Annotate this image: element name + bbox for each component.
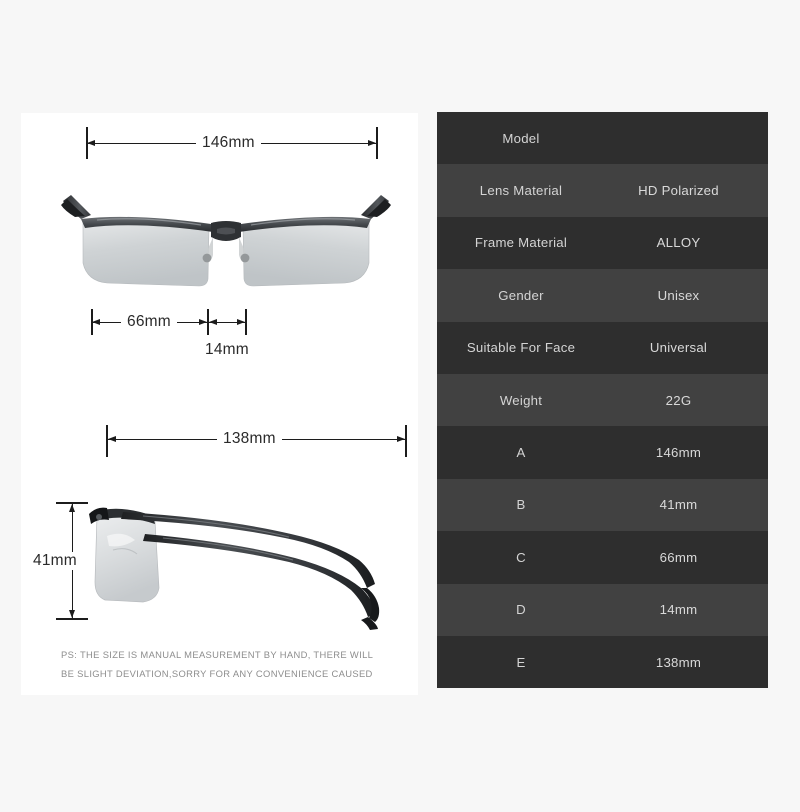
- table-row: Frame Material ALLOY: [437, 216, 768, 270]
- table-row: A 146mm: [437, 426, 768, 479]
- dimension-label-lens-span: 66mm: [121, 313, 177, 331]
- spec-value: 146mm: [655, 445, 702, 461]
- spec-label: Frame Material: [474, 235, 568, 251]
- sunglasses-side-view: [89, 507, 380, 630]
- sunglasses-front-view: [61, 195, 391, 287]
- specification-table: Model Lens Material HD Polarized Frame M…: [437, 112, 768, 688]
- spec-value: 22G: [665, 392, 692, 408]
- dimension-label-bridge: 14mm: [199, 341, 255, 359]
- spec-label: C: [516, 549, 526, 565]
- spec-label: Suitable For Face: [466, 340, 576, 356]
- table-row: Suitable For Face Universal: [437, 321, 768, 374]
- spec-label: A: [516, 445, 526, 461]
- dimension-label-total-width: 146mm: [196, 134, 261, 152]
- table-row: Model: [437, 112, 768, 165]
- spec-value: HD Polarized: [638, 183, 719, 199]
- table-row: Gender Unisex: [437, 269, 768, 322]
- spec-value: 14mm: [659, 602, 698, 618]
- measurement-disclaimer: PS: THE SIZE IS MANUAL MEASUREMENT BY HA…: [61, 645, 406, 683]
- table-row: B 41mm: [437, 478, 768, 532]
- spec-value: Unisex: [657, 287, 700, 303]
- spec-label: Lens Material: [479, 183, 563, 199]
- dimension-label-lens-height: 41mm: [27, 552, 83, 570]
- product-diagram-panel: 146mm 66mm 14mm 138mm 41mm PS: THE SIZE …: [21, 113, 418, 695]
- spec-label: D: [516, 602, 526, 618]
- table-row: Weight 22G: [437, 373, 768, 427]
- table-row: E 138mm: [437, 635, 768, 688]
- table-row: Lens Material HD Polarized: [437, 164, 768, 217]
- disclaimer-line-1: PS: THE SIZE IS MANUAL MEASUREMENT BY HA…: [61, 649, 374, 660]
- spec-label: Model: [502, 130, 540, 146]
- disclaimer-line-2: BE SLIGHT DEVIATION,SORRY FOR ANY CONVEN…: [61, 668, 373, 679]
- spec-value: 66mm: [659, 549, 698, 565]
- spec-value: Universal: [649, 340, 708, 356]
- table-row: C 66mm: [437, 531, 768, 584]
- spec-label: E: [516, 654, 526, 670]
- dimension-label-temple-length: 138mm: [217, 430, 282, 448]
- spec-value: ALLOY: [656, 235, 701, 251]
- spec-value: 41mm: [659, 497, 698, 513]
- spec-value: 138mm: [655, 654, 702, 670]
- spec-label: B: [516, 497, 526, 513]
- spec-label: Weight: [499, 392, 543, 408]
- table-row: D 14mm: [437, 583, 768, 636]
- spec-label: Gender: [498, 287, 544, 303]
